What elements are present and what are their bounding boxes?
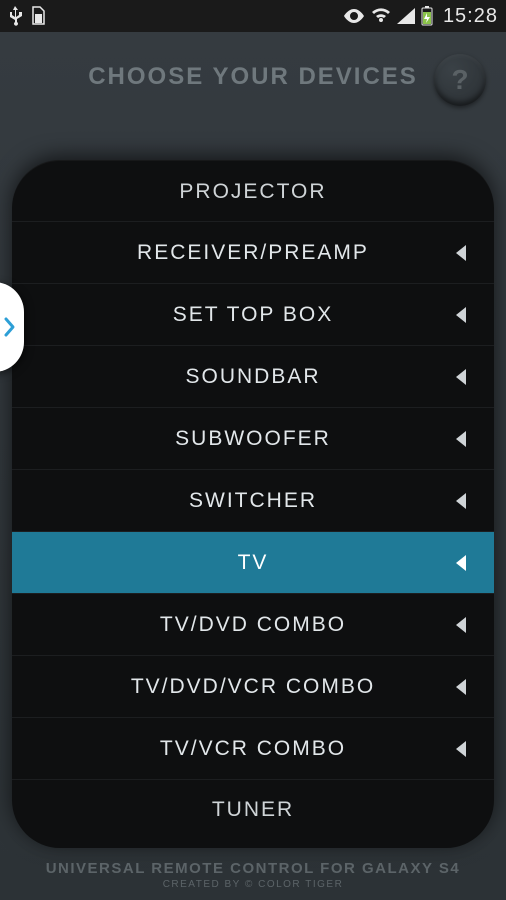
device-row-label: RECEIVER/PREAMP xyxy=(137,241,369,265)
device-row[interactable]: SET TOP BOX xyxy=(12,284,494,346)
chevron-left-icon xyxy=(454,616,468,634)
device-row-label: SET TOP BOX xyxy=(173,303,334,327)
device-row[interactable]: TV xyxy=(12,532,494,594)
sim-icon xyxy=(30,6,46,26)
device-row-label: SWITCHER xyxy=(189,489,317,513)
chevron-left-icon xyxy=(454,244,468,262)
footer-app-name: UNIVERSAL REMOTE CONTROL FOR GALAXY S4 xyxy=(0,860,506,877)
chevron-right-icon xyxy=(2,315,16,339)
android-status-bar: 15:28 xyxy=(0,0,506,32)
chevron-left-icon xyxy=(454,554,468,572)
chevron-left-icon xyxy=(454,492,468,510)
wifi-icon xyxy=(371,8,391,24)
device-row[interactable]: PROJECTOR xyxy=(12,178,494,222)
footer: UNIVERSAL REMOTE CONTROL FOR GALAXY S4 C… xyxy=(0,860,506,890)
chevron-left-icon xyxy=(454,306,468,324)
chevron-left-icon xyxy=(454,430,468,448)
help-icon: ? xyxy=(451,64,468,96)
device-row[interactable]: SOUNDBAR xyxy=(12,346,494,408)
chevron-left-icon xyxy=(454,740,468,758)
device-row-label: TV/DVD COMBO xyxy=(160,613,346,637)
status-left-icons xyxy=(8,6,46,26)
chevron-left-icon xyxy=(454,678,468,696)
device-row-label: TV/DVD/VCR COMBO xyxy=(131,675,375,699)
device-row-label: TUNER xyxy=(212,798,294,822)
app-screen: CHOOSE YOUR DEVICES ? PROJECTOR RECEIVER/… xyxy=(0,32,506,900)
eye-icon xyxy=(343,9,365,23)
device-row-label: SUBWOOFER xyxy=(175,427,331,451)
help-button[interactable]: ? xyxy=(434,54,486,106)
device-row[interactable]: TUNER xyxy=(12,780,494,824)
chevron-left-icon xyxy=(454,368,468,386)
device-row-label: SOUNDBAR xyxy=(185,365,320,389)
device-list-sheet: PROJECTOR RECEIVER/PREAMP SET TOP BOX SOUND… xyxy=(12,160,494,848)
device-row[interactable]: SUBWOOFER xyxy=(12,408,494,470)
signal-icon xyxy=(397,8,415,24)
device-row[interactable]: SWITCHER xyxy=(12,470,494,532)
battery-charging-icon xyxy=(421,6,433,26)
footer-credit: CREATED BY © COLOR TIGER xyxy=(0,879,506,890)
device-list[interactable]: PROJECTOR RECEIVER/PREAMP SET TOP BOX SOUND… xyxy=(12,160,494,824)
page-title: CHOOSE YOUR DEVICES xyxy=(88,63,418,91)
device-row[interactable]: TV/VCR COMBO xyxy=(12,718,494,780)
status-right-icons: 15:28 xyxy=(343,5,498,28)
usb-icon xyxy=(8,6,22,26)
header: CHOOSE YOUR DEVICES ? xyxy=(0,32,506,122)
device-row[interactable]: RECEIVER/PREAMP xyxy=(12,222,494,284)
device-row-label: TV xyxy=(238,551,269,575)
device-row[interactable]: TV/DVD COMBO xyxy=(12,594,494,656)
device-row-label: PROJECTOR xyxy=(179,180,326,204)
device-row-label: TV/VCR COMBO xyxy=(160,737,346,761)
device-row[interactable]: TV/DVD/VCR COMBO xyxy=(12,656,494,718)
status-clock: 15:28 xyxy=(443,5,498,28)
